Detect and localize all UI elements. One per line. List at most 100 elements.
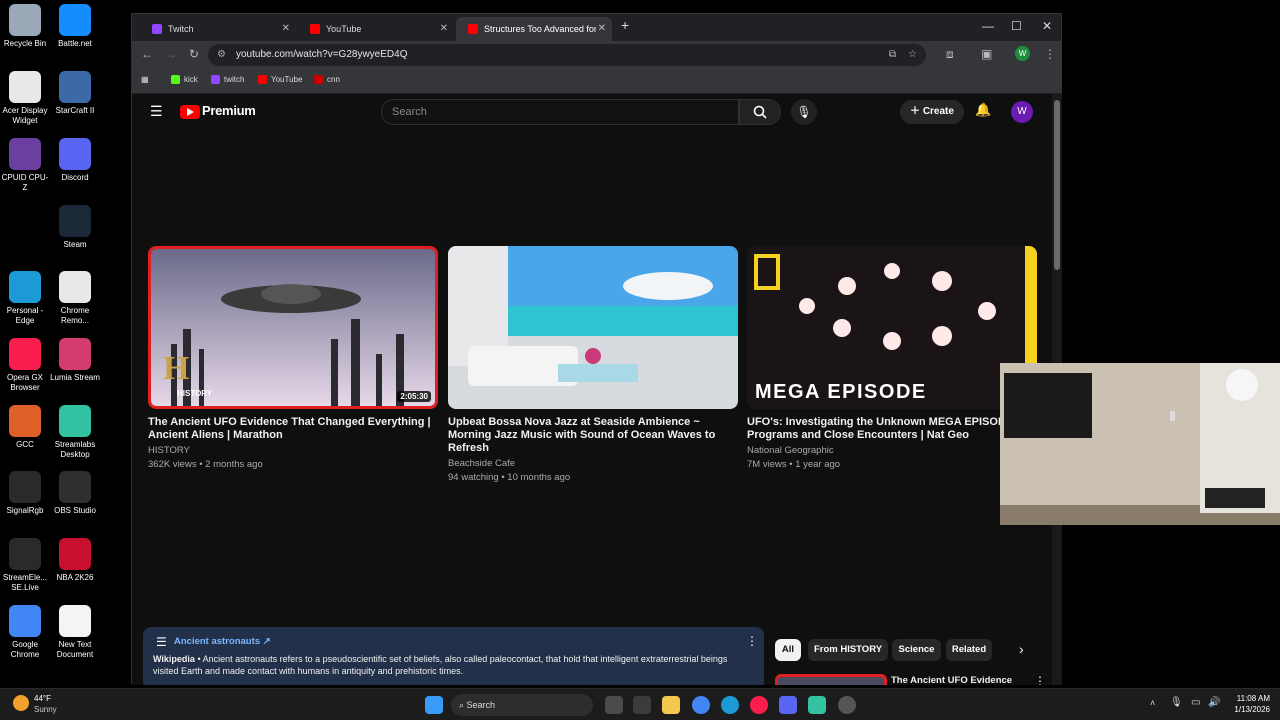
tab-active-video[interactable]: Structures Too Advanced for Th ✕ [456, 17, 612, 41]
menu-dots-icon[interactable]: ⋮ [1044, 47, 1056, 61]
close-tab-icon[interactable]: ✕ [440, 23, 448, 34]
video-thumbnail[interactable]: H HISTORY 2:05:30 [148, 246, 438, 409]
new-tab-button[interactable]: + [621, 17, 629, 33]
apps-icon[interactable]: ▦ [141, 75, 149, 84]
video-thumbnail[interactable] [448, 246, 738, 409]
close-tab-icon[interactable]: ✕ [598, 23, 606, 34]
video-meta: 94 watching • 10 months ago [448, 472, 571, 483]
channel-name[interactable]: Beachside Cafe [448, 458, 738, 469]
edge-icon[interactable] [721, 696, 739, 714]
chip-all[interactable]: All [775, 639, 801, 661]
search-button[interactable] [739, 99, 781, 125]
task-view-icon[interactable] [605, 696, 623, 714]
desktop-icon[interactable]: NBA 2K26 [50, 538, 100, 583]
desktop-icon[interactable]: OBS Studio [50, 471, 100, 516]
close-tab-icon[interactable]: ✕ [282, 23, 290, 34]
desktop-icon-label: Battle.net [58, 39, 92, 48]
more-options-icon[interactable]: ⋮ [746, 634, 758, 648]
desktop-icon[interactable]: Opera GX Browser [0, 338, 50, 393]
microphone-icon[interactable]: 🎙 [1170, 697, 1183, 708]
desktop-icon[interactable]: Steam [50, 205, 100, 250]
account-avatar[interactable]: W [1011, 101, 1033, 123]
reload-icon[interactable]: ↻ [189, 47, 199, 61]
video-title[interactable]: Upbeat Bossa Nova Jazz at Seaside Ambien… [448, 416, 738, 455]
site-info-icon[interactable]: ⚙ [217, 44, 226, 66]
address-bar[interactable]: ⚙ youtube.com/watch?v=G28ywyeED4Q ⧉ ☆ [208, 44, 926, 66]
desktop-icon[interactable]: StreamEle... SE.Live [0, 538, 50, 593]
logo-text[interactable]: Premium [202, 103, 256, 118]
chip-from-history[interactable]: From HISTORY [808, 639, 888, 661]
notifications-bell-icon[interactable]: 🔔 [975, 102, 991, 118]
channel-name[interactable]: HISTORY [148, 445, 438, 456]
desktop-icon[interactable]: Discord [50, 138, 100, 183]
info-source[interactable]: Wikipedia [153, 654, 195, 664]
voice-search-button[interactable]: 🎙 [791, 99, 817, 125]
desktop-icon[interactable]: GCC [0, 405, 50, 450]
tab-twitch[interactable]: Twitch ✕ [140, 17, 296, 41]
bookmark-star-icon[interactable]: ☆ [908, 44, 917, 66]
related-video-title[interactable]: The Ancient UFO Evidence That Changed Ev… [891, 675, 1031, 685]
opera-gx-icon[interactable] [750, 696, 768, 714]
windows-start-icon[interactable] [425, 696, 443, 714]
bookmark-kick[interactable]: kick [171, 75, 198, 84]
desktop-icon[interactable]: Streamlabs Desktop [50, 405, 100, 460]
search-input[interactable]: Search [381, 99, 739, 125]
youtube-logo-icon[interactable] [180, 105, 200, 119]
clock-date[interactable]: 1/13/2026 [1228, 705, 1270, 714]
chip-science[interactable]: Science [892, 639, 941, 661]
maximize-button[interactable]: ☐ [1011, 19, 1022, 33]
tab-youtube[interactable]: YouTube ✕ [298, 17, 454, 41]
related-more-icon[interactable]: ⋮ [1034, 674, 1046, 685]
desktop-icon[interactable]: New Text Document [50, 605, 100, 660]
hamburger-menu-icon[interactable]: ☰ [150, 103, 163, 120]
forward-icon[interactable]: → [165, 47, 177, 61]
clock-time[interactable]: 11:08 AM [1228, 694, 1270, 703]
file-explorer-icon[interactable] [662, 696, 680, 714]
desktop-icon[interactable]: Lumia Stream [50, 338, 100, 383]
extensions-icon[interactable]: ⧈ [946, 47, 954, 62]
topic-link[interactable]: Ancient astronauts ↗ [174, 636, 271, 647]
chevron-up-icon[interactable]: ˄ [1150, 698, 1155, 708]
desktop-icon[interactable]: Battle.net [50, 4, 100, 49]
desktop-icon[interactable]: StarCraft II [50, 71, 100, 116]
related-video-thumbnail[interactable] [775, 674, 887, 685]
bookmark-cnn[interactable]: cnn [314, 75, 340, 84]
close-window-button[interactable]: ✕ [1042, 19, 1052, 33]
network-icon[interactable]: ▭ [1191, 697, 1200, 708]
video-card[interactable]: MEGA EPISODE UFO's: Investigating the Un… [747, 246, 1037, 470]
weather-sun-icon[interactable] [13, 695, 29, 711]
obs-icon[interactable] [838, 696, 856, 714]
install-icon[interactable]: ⧉ [889, 44, 896, 66]
discord-icon[interactable] [779, 696, 797, 714]
desktop-icon[interactable]: Personal - Edge [0, 271, 50, 326]
video-title[interactable]: The Ancient UFO Evidence That Changed Ev… [148, 416, 438, 442]
streamlabs-icon[interactable] [808, 696, 826, 714]
widgets-icon[interactable] [633, 696, 651, 714]
chip-related[interactable]: Related [946, 639, 992, 661]
bookmark-youtube[interactable]: YouTube [258, 75, 302, 84]
minimize-button[interactable]: — [982, 19, 994, 33]
chrome-icon[interactable] [692, 696, 710, 714]
desktop-icon[interactable]: SignalRgb [0, 471, 50, 516]
desktop-icon[interactable]: CPUID CPU-Z [0, 138, 50, 193]
scrollbar-thumb[interactable] [1054, 100, 1060, 270]
sidebar-icon[interactable]: ▣ [981, 47, 992, 61]
webcam-overlay [1000, 363, 1280, 525]
desktop-icon[interactable]: Recycle Bin [0, 4, 50, 49]
taskbar-search[interactable]: ⌕ Search [451, 694, 593, 716]
desktop-icon[interactable]: Acer Display Widget [0, 71, 50, 126]
back-icon[interactable]: ← [141, 47, 153, 61]
video-thumbnail[interactable]: MEGA EPISODE [747, 246, 1037, 409]
profile-avatar[interactable]: W [1015, 46, 1030, 61]
video-title[interactable]: UFO's: Investigating the Unknown MEGA EP… [747, 416, 1037, 442]
bookmark-twitch[interactable]: twitch [211, 75, 244, 84]
video-card[interactable]: Upbeat Bossa Nova Jazz at Seaside Ambien… [448, 246, 738, 483]
channel-name[interactable]: National Geographic [747, 445, 1037, 456]
create-button[interactable]: ＋ Create [900, 100, 964, 124]
desktop-icon[interactable]: Google Chrome [0, 605, 50, 660]
desktop-icon[interactable]: Chrome Remo... [50, 271, 100, 326]
chevron-right-icon[interactable]: › [1019, 641, 1024, 657]
weather-temp[interactable]: 44°F [34, 694, 51, 703]
volume-icon[interactable]: 🔊 [1208, 697, 1220, 708]
video-card[interactable]: H HISTORY 2:05:30 The Ancient UFO Eviden… [148, 246, 438, 470]
